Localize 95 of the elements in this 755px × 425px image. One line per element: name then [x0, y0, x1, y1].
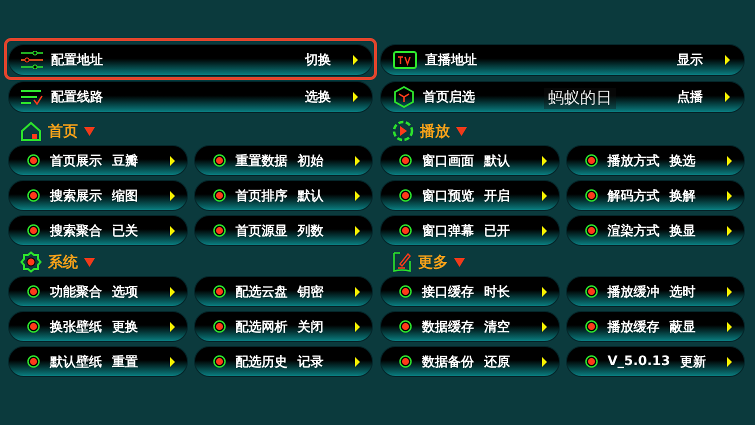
hexagon-icon — [393, 86, 415, 108]
setting-row[interactable]: 播放方式 换选 — [566, 145, 745, 176]
caret-icon — [727, 286, 732, 296]
caret-icon — [355, 286, 360, 296]
dot-icon — [399, 224, 412, 237]
setting-row[interactable]: 配选云盘 钥密 — [194, 276, 373, 307]
caret-icon — [353, 55, 358, 65]
play-icon — [392, 120, 414, 142]
setting-row[interactable]: 解码方式 换解 — [566, 180, 745, 211]
dot-icon — [399, 355, 412, 368]
setting-row[interactable]: 接口缓存 时长 — [380, 276, 560, 307]
dot-icon — [27, 320, 40, 333]
setting-row[interactable]: 窗口预览 开启 — [380, 180, 560, 211]
dot-icon — [212, 320, 226, 333]
dot-icon — [212, 189, 226, 202]
dot-icon — [212, 285, 226, 298]
settings-icon — [20, 251, 42, 273]
dot-icon — [399, 320, 412, 333]
setting-row[interactable]: 重置数据 初始 — [194, 145, 373, 176]
dot-icon — [399, 189, 412, 202]
setting-row[interactable]: 搜索聚合 已关 — [8, 215, 188, 246]
setting-row[interactable]: 数据缓存 清空 — [380, 311, 560, 342]
dot-icon — [584, 154, 598, 167]
setting-row[interactable]: 搜索展示 缩图 — [8, 180, 188, 211]
setting-row[interactable]: 默认壁纸 重置 — [8, 346, 188, 377]
caret-icon — [725, 55, 730, 65]
setting-row[interactable]: 首页展示 豆瓣 — [8, 145, 188, 176]
caret-icon — [355, 226, 360, 236]
setting-row[interactable]: 换张壁纸 更换 — [8, 311, 188, 342]
setting-row[interactable]: 直播地址 显示 — [380, 44, 745, 76]
caret-icon — [542, 322, 546, 332]
caret-icon — [456, 126, 467, 136]
caret-icon — [727, 156, 732, 166]
setting-row[interactable]: 数据备份 还原 — [380, 346, 560, 377]
setting-row[interactable]: 配选历史 记录 — [194, 346, 373, 377]
dot-icon — [212, 154, 226, 167]
caret-icon — [170, 156, 174, 166]
section-title: 更多 — [418, 252, 448, 272]
caret-icon — [355, 190, 360, 200]
setting-row[interactable]: 配选网析 关闭 — [194, 311, 373, 342]
setting-row[interactable]: 功能聚合 选项 — [8, 276, 188, 307]
dot-icon — [212, 355, 226, 368]
note-icon — [392, 251, 412, 273]
dot-icon — [27, 224, 40, 237]
setting-row[interactable]: 窗口弹幕 已开 — [380, 215, 560, 246]
setting-row[interactable]: 首页排序 默认 — [194, 180, 373, 211]
caret-icon — [170, 322, 174, 332]
toast-message: 蚂蚁的日 — [544, 88, 616, 109]
caret-icon — [353, 92, 358, 102]
dot-icon — [27, 355, 40, 368]
setting-row[interactable]: 窗口画面 默认 — [380, 145, 560, 176]
caret-icon — [542, 286, 546, 296]
dot-icon — [584, 320, 598, 333]
caret-icon — [170, 286, 174, 296]
home-icon — [20, 121, 42, 141]
caret-icon — [355, 156, 360, 166]
caret-icon — [542, 356, 546, 366]
dot-icon — [584, 189, 598, 202]
caret-icon — [84, 126, 95, 136]
dot-icon — [584, 355, 598, 368]
setting-row[interactable]: 播放缓冲 选时 — [566, 276, 745, 307]
caret-icon — [170, 190, 174, 200]
caret-icon — [542, 226, 546, 236]
setting-row[interactable]: 播放缓存 蔽显 — [566, 311, 745, 342]
section-title: 首页 — [48, 122, 78, 140]
caret-icon — [727, 226, 732, 236]
caret-icon — [727, 190, 732, 200]
setting-row[interactable]: 首页源显 列数 — [194, 215, 373, 246]
caret-icon — [725, 92, 730, 102]
sliders-icon — [21, 51, 43, 69]
caret-icon — [542, 190, 546, 200]
dot-icon — [212, 224, 226, 237]
section-title: 系统 — [48, 252, 78, 272]
caret-icon — [170, 356, 174, 366]
caret-icon — [727, 356, 732, 366]
setting-row[interactable]: V_5.0.13 更新 — [566, 346, 745, 377]
caret-icon — [542, 156, 546, 166]
caret-icon — [727, 322, 732, 332]
dot-icon — [399, 154, 412, 167]
dot-icon — [27, 285, 40, 298]
checklist-icon — [21, 89, 43, 105]
caret-icon — [355, 356, 360, 366]
caret-icon — [355, 322, 360, 332]
section-title: 播放 — [420, 122, 450, 140]
setting-row[interactable]: 渲染方式 换显 — [566, 215, 745, 246]
caret-icon — [170, 226, 174, 236]
tv-icon — [393, 51, 417, 69]
caret-icon — [84, 258, 95, 266]
dot-icon — [27, 189, 40, 202]
dot-icon — [399, 285, 412, 298]
dot-icon — [584, 224, 598, 237]
dot-icon — [584, 285, 598, 298]
dot-icon — [27, 154, 40, 167]
caret-icon — [454, 258, 465, 266]
setting-row[interactable]: 配置线路 选换 — [8, 81, 373, 113]
